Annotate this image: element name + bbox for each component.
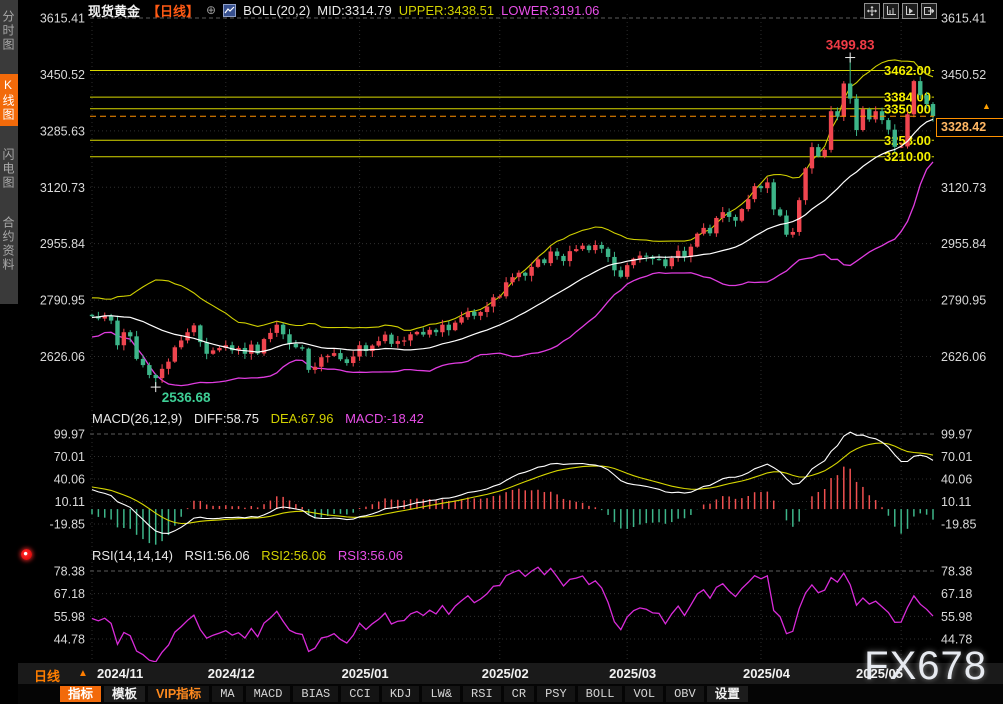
svg-text:99.97: 99.97: [54, 428, 85, 442]
svg-text:55.98: 55.98: [54, 610, 85, 624]
svg-text:2626.06: 2626.06: [40, 350, 85, 364]
detach-window-icon[interactable]: [921, 3, 937, 19]
period-dropdown-arrow-icon[interactable]: ▲: [78, 668, 88, 679]
svg-text:3450.52: 3450.52: [941, 68, 986, 82]
watermark: FX678: [864, 644, 987, 689]
chart-tools: [864, 3, 937, 19]
svg-text:78.38: 78.38: [941, 565, 972, 579]
svg-text:70.01: 70.01: [54, 450, 85, 464]
rsi1-value: RSI1:56.06: [185, 548, 250, 563]
macd-header: MACD(26,12,9) DIFF:58.75 DEA:67.96 MACD:…: [92, 411, 432, 426]
svg-text:3499.83: 3499.83: [826, 38, 875, 53]
rsi-title: RSI(14,14,14): [92, 548, 173, 563]
toolbar-button-VIP指标[interactable]: VIP指标: [148, 686, 209, 702]
svg-text:3462.00: 3462.00: [884, 63, 931, 78]
current-price-tag: 3328.42: [936, 118, 1003, 137]
candlestick-series: [90, 58, 935, 388]
sidebar-tab-K线图[interactable]: K线图: [0, 74, 18, 126]
svg-text:-19.85: -19.85: [50, 518, 85, 532]
svg-text:99.97: 99.97: [941, 428, 972, 442]
svg-text:2536.68: 2536.68: [162, 390, 211, 405]
chart-canvas[interactable]: 3462.003384.003350.003258.003210.00 3499.…: [0, 0, 1003, 704]
period-selector[interactable]: 日线: [34, 666, 60, 685]
axis-play-icon[interactable]: [902, 3, 918, 19]
toolbar-button-CR[interactable]: CR: [504, 686, 534, 702]
sidebar-tab-合约资料[interactable]: 合约资料: [0, 212, 18, 276]
toolbar-button-PSY[interactable]: PSY: [537, 686, 575, 702]
sidebar-tab-分时图[interactable]: 分时图: [0, 6, 18, 56]
sidebar: 分时图 K线图闪电图合约资料: [0, 0, 18, 704]
toolbar-button-LW&[interactable]: LW&: [422, 686, 460, 702]
toolbar-button-VOL[interactable]: VOL: [625, 686, 663, 702]
svg-text:-19.85: -19.85: [941, 518, 976, 532]
boll-mid-value: MID:3314.79: [317, 3, 391, 18]
toolbar-button-CCI[interactable]: CCI: [341, 686, 379, 702]
x-axis-label: 2025/02: [482, 666, 529, 681]
toolbar-button-BOLL[interactable]: BOLL: [578, 686, 623, 702]
x-axis-label: 2025/03: [609, 666, 656, 681]
macd-hist-value: MACD:-18.42: [345, 411, 424, 426]
svg-text:70.01: 70.01: [941, 450, 972, 464]
svg-text:2790.95: 2790.95: [941, 294, 986, 308]
svg-text:2955.84: 2955.84: [941, 237, 986, 251]
svg-text:3120.73: 3120.73: [40, 181, 85, 195]
indicator-chart-icon[interactable]: [223, 4, 236, 17]
svg-text:55.98: 55.98: [941, 610, 972, 624]
svg-text:67.18: 67.18: [54, 587, 85, 601]
toolbar-button-模板[interactable]: 模板: [104, 686, 145, 702]
x-axis-row: 日线 ▲ 2024/11 2024/12 2025/01 2025/02 2025/03…: [0, 663, 1003, 684]
period-tag[interactable]: 【日线】: [147, 1, 199, 20]
toolbar-button-指标[interactable]: 指标: [60, 686, 101, 702]
svg-text:3285.63: 3285.63: [40, 124, 85, 138]
macd-histogram: [92, 467, 933, 545]
svg-text:2955.84: 2955.84: [40, 237, 85, 251]
rsi-header: RSI(14,14,14) RSI1:56.06 RSI2:56.06 RSI3…: [92, 548, 411, 563]
svg-text:78.38: 78.38: [54, 565, 85, 579]
macd-diff-value: DIFF:58.75: [194, 411, 259, 426]
x-axis-label: 2024/12: [208, 666, 255, 681]
price-level-lines: 3462.003384.003350.003258.003210.00: [90, 63, 934, 164]
svg-text:3120.73: 3120.73: [941, 181, 986, 195]
toolbar-button-MACD[interactable]: MACD: [246, 686, 291, 702]
symbol-name: 现货黄金: [88, 1, 140, 20]
macd-dea-value: DEA:67.96: [271, 411, 334, 426]
record-dot-icon[interactable]: [21, 549, 32, 560]
svg-text:40.06: 40.06: [54, 473, 85, 487]
toolbar-button-OBV[interactable]: OBV: [666, 686, 704, 702]
x-axis-label: 2025/04: [743, 666, 790, 681]
x-axis-label: 2024/11: [97, 666, 143, 681]
price-up-arrow-icon: ▲: [982, 104, 991, 108]
rsi2-value: RSI2:56.06: [261, 548, 326, 563]
svg-text:3210.00: 3210.00: [884, 149, 931, 164]
toolbar-button-RSI[interactable]: RSI: [463, 686, 501, 702]
x-axis-label: 2025/01: [342, 666, 389, 681]
svg-text:2626.06: 2626.06: [941, 350, 986, 364]
svg-text:10.11: 10.11: [941, 495, 971, 509]
svg-text:67.18: 67.18: [941, 587, 972, 601]
indicator-toolbar: 指标模板VIP指标MAMACDBIASCCIKDJLW&RSICRPSYBOLL…: [18, 684, 1003, 704]
sidebar-tabstrip: 分时图 K线图闪电图合约资料: [0, 0, 18, 304]
svg-text:44.78: 44.78: [54, 633, 85, 647]
chart-header: 现货黄金 【日线】 ⊕ BOLL(20,2) MID:3314.79 UPPER…: [18, 0, 1003, 20]
macd-title: MACD(26,12,9): [92, 411, 182, 426]
toolbar-button-设置[interactable]: 设置: [707, 686, 748, 702]
boll-title: BOLL(20,2): [243, 3, 310, 18]
trading-app: 3462.003384.003350.003258.003210.00 3499.…: [0, 0, 1003, 704]
boll-lower-value: LOWER:3191.06: [501, 3, 599, 18]
svg-text:10.11: 10.11: [55, 495, 85, 509]
sidebar-tab-闪电图[interactable]: 闪电图: [0, 144, 18, 194]
toolbar-button-BIAS[interactable]: BIAS: [293, 686, 338, 702]
rsi3-value: RSI3:56.06: [338, 548, 403, 563]
axis-zoom-icon[interactable]: [883, 3, 899, 19]
toolbar-button-KDJ[interactable]: KDJ: [382, 686, 420, 702]
expand-icon[interactable]: ⊕: [206, 3, 216, 17]
crosshair-icon[interactable]: [864, 3, 880, 19]
boll-upper-value: UPPER:3438.51: [399, 3, 494, 18]
svg-text:2790.95: 2790.95: [40, 294, 85, 308]
svg-text:3450.52: 3450.52: [40, 68, 85, 82]
gridlines: [90, 14, 934, 661]
svg-text:40.06: 40.06: [941, 473, 972, 487]
toolbar-button-MA[interactable]: MA: [212, 686, 242, 702]
